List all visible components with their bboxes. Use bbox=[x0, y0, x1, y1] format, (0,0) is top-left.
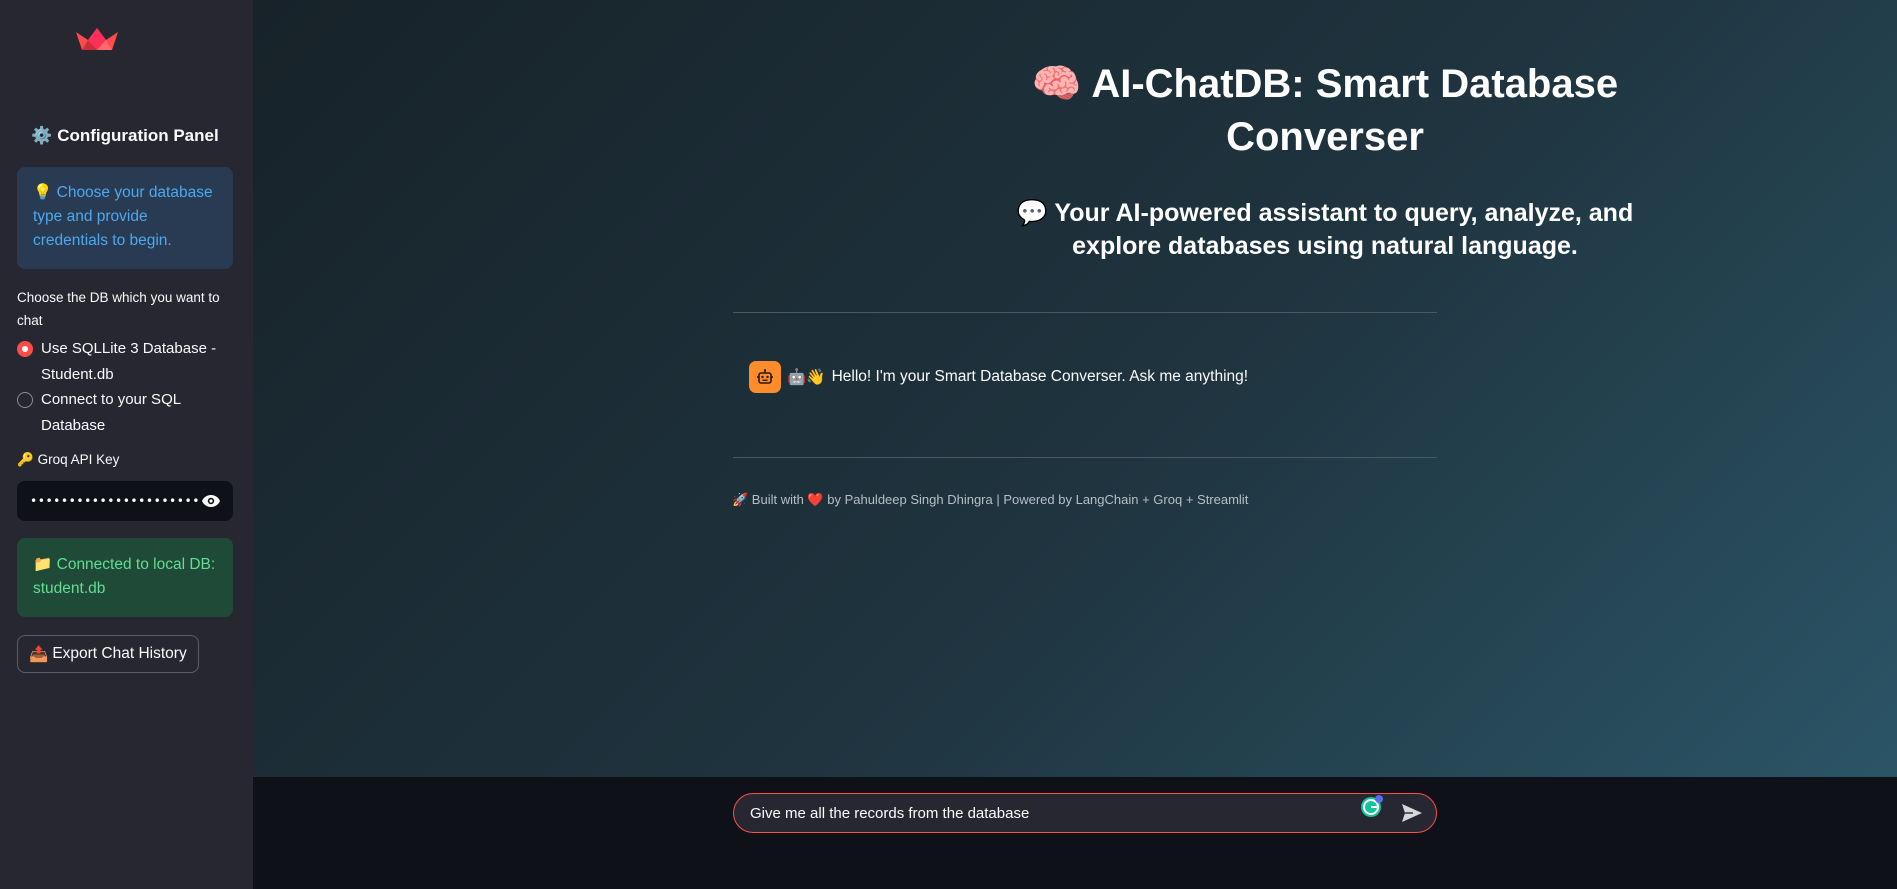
folder-icon: 📁 bbox=[33, 556, 53, 573]
chat-input[interactable] bbox=[750, 804, 1398, 822]
eye-icon[interactable] bbox=[200, 490, 222, 512]
radio-option-sqlite[interactable]: Use SQLLite 3 Database - Student.db bbox=[17, 336, 233, 388]
chat-input-container bbox=[733, 793, 1437, 833]
info-alert: 💡 Choose your database type and provide … bbox=[17, 167, 233, 269]
divider-top bbox=[733, 312, 1437, 313]
radio-button-checked[interactable] bbox=[17, 341, 33, 357]
db-choice-label: Choose the DB which you want to chat bbox=[17, 290, 220, 328]
robot-wave-icon: 🤖👋 bbox=[787, 368, 826, 386]
info-alert-text: Choose your database type and provide cr… bbox=[33, 184, 213, 249]
speech-bubble-icon: 💬 bbox=[1016, 199, 1048, 227]
config-panel-title-text: Configuration Panel bbox=[57, 126, 219, 145]
page-subtitle: 💬 Your AI-powered assistant to query, an… bbox=[973, 197, 1677, 263]
sidebar: ⚙️ Configuration Panel 💡 Choose your dat… bbox=[0, 0, 253, 889]
brain-icon: 🧠 bbox=[1031, 62, 1082, 106]
outbox-icon: 📤 bbox=[29, 645, 49, 663]
page-title: 🧠 AI-ChatDB: Smart Database Converser bbox=[973, 58, 1677, 164]
export-chat-history-button[interactable]: 📤 Export Chat History bbox=[17, 635, 199, 673]
api-key-label-text: Groq API Key bbox=[37, 452, 120, 467]
bot-avatar-icon bbox=[749, 361, 781, 393]
export-button-label: Export Chat History bbox=[52, 645, 187, 662]
success-alert: 📁 Connected to local DB: student.db bbox=[17, 538, 233, 617]
key-icon: 🔑 bbox=[17, 452, 34, 467]
assistant-message-text: Hello! I'm your Smart Database Converser… bbox=[831, 368, 1249, 385]
api-key-field-wrapper bbox=[17, 481, 233, 521]
assistant-chat-message: 🤖👋 Hello! I'm your Smart Database Conver… bbox=[749, 361, 1248, 393]
gear-icon: ⚙️ bbox=[31, 126, 53, 145]
chat-input-bar bbox=[253, 777, 1897, 889]
radio-option-label: Use SQLLite 3 Database - Student.db bbox=[41, 340, 217, 383]
grammarly-icon[interactable] bbox=[1360, 794, 1384, 818]
page-title-text: AI-ChatDB: Smart Database Converser bbox=[1091, 62, 1619, 159]
config-panel-title: ⚙️ Configuration Panel bbox=[17, 126, 233, 146]
footer-credits: 🚀 Built with ❤️ by Pahuldeep Singh Dhing… bbox=[732, 492, 1249, 507]
lightbulb-icon: 💡 bbox=[33, 184, 53, 201]
page-subtitle-text: Your AI-powered assistant to query, anal… bbox=[1054, 199, 1634, 260]
radio-button-unchecked[interactable] bbox=[17, 392, 33, 408]
success-alert-text: Connected to local DB: student.db bbox=[33, 556, 216, 597]
api-key-label: 🔑 Groq API Key bbox=[17, 452, 119, 468]
radio-option-label: Connect to your SQL Database bbox=[41, 391, 181, 434]
send-icon[interactable] bbox=[1398, 799, 1426, 827]
divider-bottom bbox=[733, 457, 1437, 458]
api-key-input[interactable] bbox=[30, 494, 200, 508]
radio-option-sql[interactable]: Connect to your SQL Database bbox=[17, 387, 233, 439]
streamlit-crown-icon bbox=[74, 26, 120, 52]
